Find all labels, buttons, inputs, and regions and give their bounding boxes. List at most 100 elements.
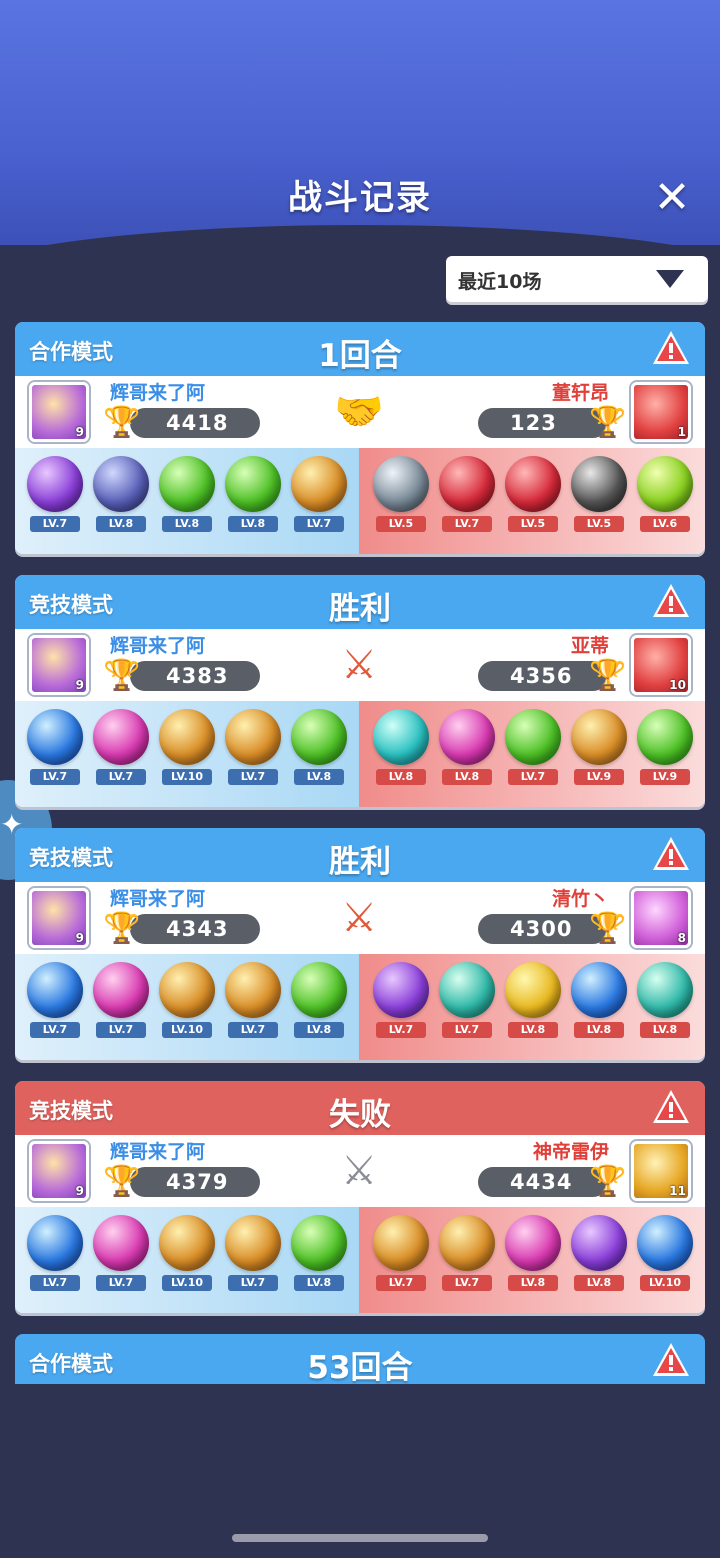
report-warning-icon[interactable] (651, 582, 691, 620)
crossed-swords-icon: ⚔ (341, 642, 377, 688)
hero-level: LV.8 (376, 769, 426, 785)
player-trophies: 4379 (130, 1167, 260, 1197)
avatar-level: 9 (75, 931, 84, 945)
opponent-avatar[interactable]: 10 (631, 635, 691, 695)
avatar-level: 10 (669, 678, 686, 692)
hero-icon[interactable] (93, 456, 149, 512)
hero-icon[interactable] (637, 1215, 693, 1271)
hero-icon[interactable] (159, 709, 215, 765)
battle-record-card[interactable]: 合作模式 1回合 9 辉哥来了阿 4418 🏆 🤝 123 🏆 董轩昂 1 LV… (15, 322, 705, 554)
hero-icon[interactable] (93, 1215, 149, 1271)
opponent-avatar[interactable]: 8 (631, 888, 691, 948)
hero-icon[interactable] (439, 962, 495, 1018)
hero-icon[interactable] (505, 962, 561, 1018)
battle-record-card[interactable]: 竞技模式 胜利 9 辉哥来了阿 4383 🏆 ⚔ 4356 🏆 亚蒂 10 LV… (15, 575, 705, 807)
hero-icon[interactable] (27, 709, 83, 765)
player-name: 辉哥来了阿 (110, 635, 206, 657)
player-trophies: 4343 (130, 914, 260, 944)
player-name: 辉哥来了阿 (110, 1141, 206, 1163)
trophy-icon: 🏆 (589, 658, 627, 693)
hero-icon[interactable] (373, 456, 429, 512)
record-header: 竞技模式 失败 (15, 1081, 705, 1135)
avatar-level: 9 (75, 678, 84, 692)
trophy-icon: 🏆 (103, 405, 141, 440)
trophy-icon: 🏆 (103, 911, 141, 946)
hero-icon[interactable] (159, 1215, 215, 1271)
player-avatar[interactable]: 9 (29, 1141, 89, 1201)
hero-level: LV.8 (228, 516, 278, 532)
hero-icon[interactable] (571, 709, 627, 765)
hero-icon[interactable] (291, 962, 347, 1018)
hero-level: LV.8 (574, 1022, 624, 1038)
hero-level: LV.8 (640, 1022, 690, 1038)
crossed-swords-icon: ⚔ (341, 1148, 377, 1194)
hero-icon[interactable] (93, 709, 149, 765)
hero-icon[interactable] (439, 456, 495, 512)
hero-level: LV.8 (508, 1022, 558, 1038)
report-warning-icon[interactable] (651, 329, 691, 367)
report-warning-icon[interactable] (651, 1341, 691, 1379)
hero-level: LV.7 (376, 1022, 426, 1038)
hero-icon[interactable] (373, 1215, 429, 1271)
avatar-level: 9 (75, 1184, 84, 1198)
hero-icon[interactable] (27, 962, 83, 1018)
hero-level: LV.8 (96, 516, 146, 532)
hero-icon[interactable] (291, 1215, 347, 1271)
hero-icon[interactable] (27, 1215, 83, 1271)
hero-icon[interactable] (225, 962, 281, 1018)
avatar-level: 8 (677, 931, 686, 945)
report-warning-icon[interactable] (651, 835, 691, 873)
hero-icon[interactable] (225, 1215, 281, 1271)
hero-level: LV.7 (294, 516, 344, 532)
hero-icon[interactable] (571, 456, 627, 512)
hero-icon[interactable] (439, 1215, 495, 1271)
hero-icon[interactable] (225, 709, 281, 765)
opponent-name: 神帝雷伊 (532, 1141, 609, 1163)
hero-level: LV.7 (508, 769, 558, 785)
hero-level: LV.8 (294, 1275, 344, 1291)
opponent-avatar[interactable]: 11 (631, 1141, 691, 1201)
player-avatar[interactable]: 9 (29, 888, 89, 948)
hero-icon[interactable] (637, 962, 693, 1018)
report-warning-icon[interactable] (651, 1088, 691, 1126)
page-title: 战斗记录 (288, 178, 432, 218)
hero-icon[interactable] (505, 709, 561, 765)
opponent-avatar[interactable]: 1 (631, 382, 691, 442)
hero-icon[interactable] (291, 709, 347, 765)
hero-level: LV.6 (640, 516, 690, 532)
hero-level: LV.7 (30, 1275, 80, 1291)
hero-level: LV.7 (228, 769, 278, 785)
player-avatar[interactable]: 9 (29, 635, 89, 695)
hero-icon[interactable] (27, 456, 83, 512)
home-indicator[interactable] (232, 1534, 488, 1542)
hero-icon[interactable] (373, 709, 429, 765)
teams-row: LV.7 LV.7 LV.10 LV.7 LV.8 LV.7 LV.7 LV.8… (15, 1207, 705, 1313)
hero-icon[interactable] (373, 962, 429, 1018)
hero-level: LV.7 (30, 516, 80, 532)
hero-icon[interactable] (505, 456, 561, 512)
hero-icon[interactable] (159, 456, 215, 512)
hero-icon[interactable] (637, 709, 693, 765)
trophy-icon: 🏆 (103, 658, 141, 693)
hero-level: LV.7 (96, 769, 146, 785)
close-icon[interactable]: ✕ (650, 176, 694, 220)
battle-record-card[interactable]: 竞技模式 胜利 9 辉哥来了阿 4343 🏆 ⚔ 4300 🏆 清竹丶 8 LV… (15, 828, 705, 1060)
hero-icon[interactable] (571, 1215, 627, 1271)
hero-icon[interactable] (571, 962, 627, 1018)
record-header: 竞技模式 胜利 (15, 828, 705, 882)
hero-level: LV.7 (30, 1022, 80, 1038)
hero-icon[interactable] (291, 456, 347, 512)
battle-record-card[interactable]: 竞技模式 失败 9 辉哥来了阿 4379 🏆 ⚔ 4434 🏆 神帝雷伊 11 (15, 1081, 705, 1313)
battle-record-card-partial[interactable]: 合作模式 53回合 (15, 1334, 705, 1384)
hero-icon[interactable] (93, 962, 149, 1018)
hero-icon[interactable] (637, 456, 693, 512)
hero-icon[interactable] (439, 709, 495, 765)
hero-icon[interactable] (505, 1215, 561, 1271)
filter-dropdown[interactable]: 最近10场 (446, 256, 708, 302)
record-header: 合作模式 53回合 (15, 1334, 705, 1384)
hero-icon[interactable] (159, 962, 215, 1018)
hero-level: LV.7 (442, 1022, 492, 1038)
hero-icon[interactable] (225, 456, 281, 512)
teams-row: LV.7 LV.7 LV.10 LV.7 LV.8 LV.7 LV.7 LV.8… (15, 954, 705, 1060)
player-avatar[interactable]: 9 (29, 382, 89, 442)
